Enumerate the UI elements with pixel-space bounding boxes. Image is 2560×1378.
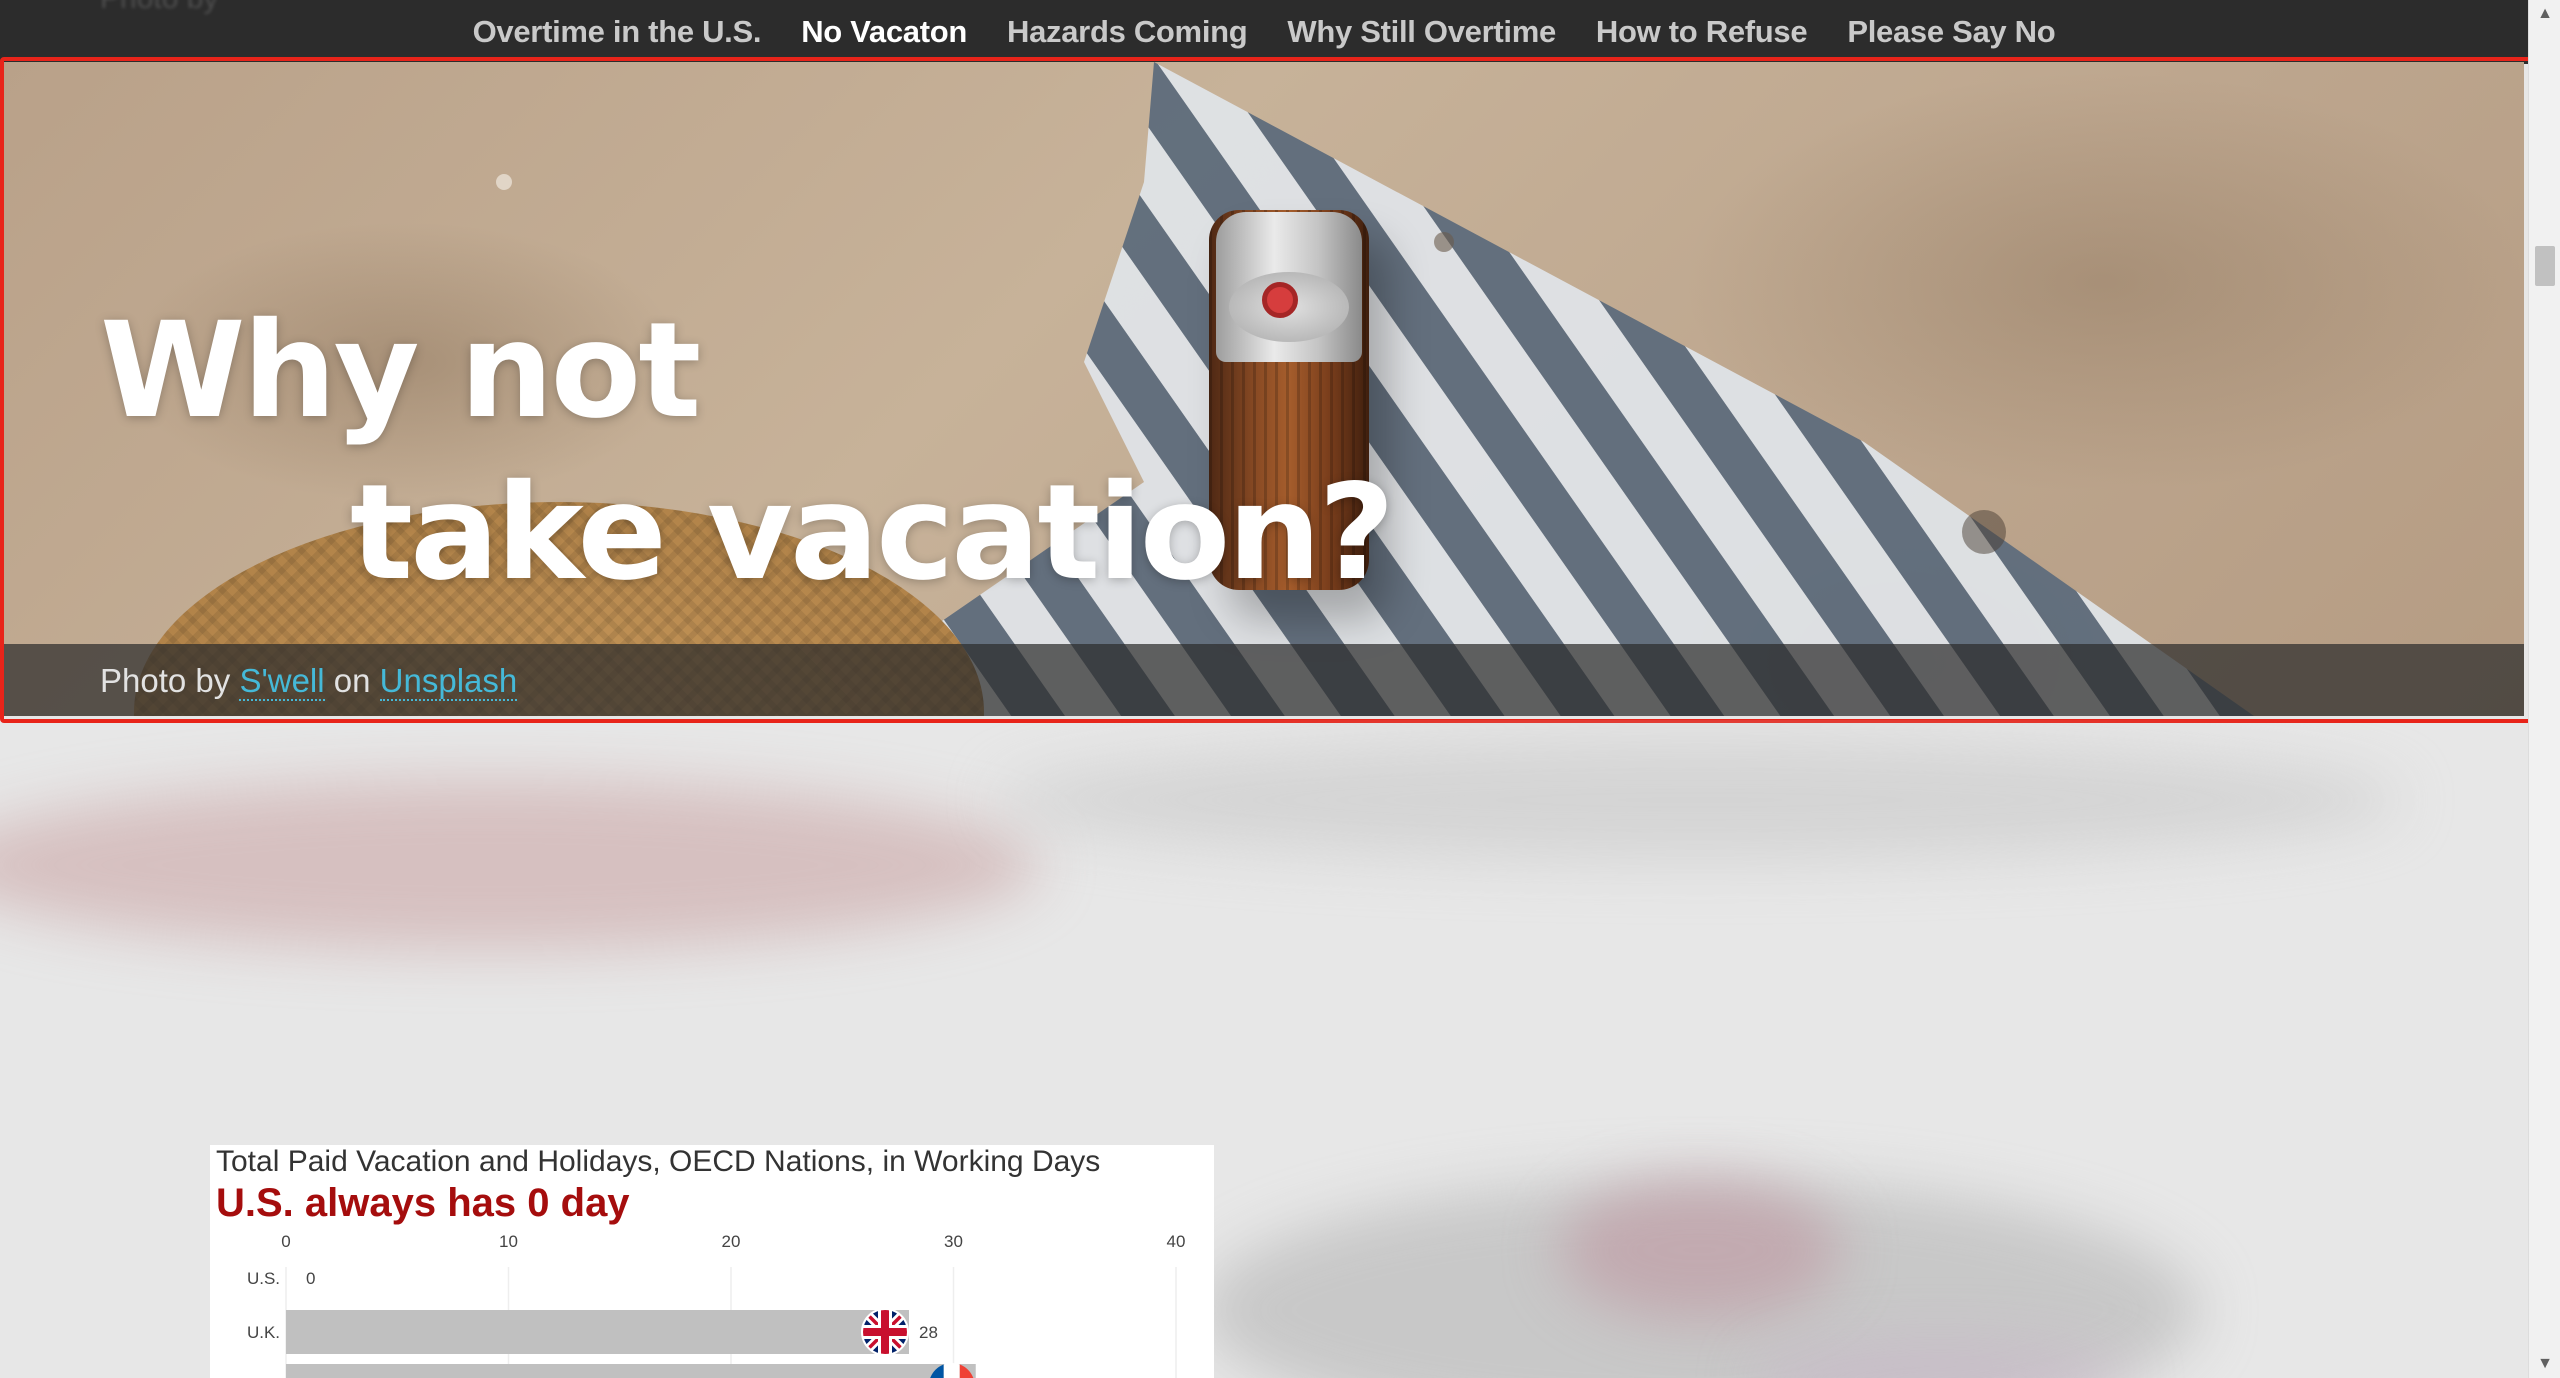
hero-title-line2: take vacation? bbox=[350, 456, 1395, 610]
uk-flag-icon bbox=[861, 1308, 909, 1356]
category-label: U.S. bbox=[247, 1269, 280, 1288]
vacation-chart-card: Total Paid Vacation and Holidays, OECD N… bbox=[210, 1145, 1214, 1378]
nav-hazards-coming[interactable]: Hazards Coming bbox=[1007, 14, 1248, 50]
nav-why-still-overtime[interactable]: Why Still Overtime bbox=[1287, 14, 1556, 50]
hero-title-line1: Why not bbox=[100, 294, 701, 448]
scroll-thumb[interactable] bbox=[2535, 246, 2555, 286]
blurred-shape bbox=[0, 780, 1040, 950]
value-label: 28 bbox=[919, 1323, 938, 1342]
x-tick-label: 10 bbox=[499, 1232, 518, 1251]
section-nav: Overtime in the U.S. No Vacaton Hazards … bbox=[0, 0, 2528, 64]
x-tick-label: 0 bbox=[281, 1232, 290, 1251]
bar bbox=[286, 1310, 909, 1354]
scroll-down-arrow-icon[interactable]: ▼ bbox=[2529, 1350, 2560, 1378]
value-label: 0 bbox=[306, 1269, 315, 1288]
blurred-shape bbox=[1000, 740, 2400, 860]
nav-please-say-no[interactable]: Please Say No bbox=[1847, 14, 2055, 50]
scroll-up-arrow-icon[interactable]: ▲ bbox=[2529, 0, 2560, 28]
x-tick-label: 20 bbox=[722, 1232, 741, 1251]
credit-source-link[interactable]: Unsplash bbox=[379, 662, 518, 701]
hero-title: Why not take vacation? bbox=[100, 290, 1395, 614]
page-scrollbar[interactable]: ▲ ▼ bbox=[2528, 0, 2560, 1378]
bar bbox=[286, 1364, 976, 1378]
credit-prefix: Photo by bbox=[100, 662, 231, 699]
top-navbar: Photo by Overtime in the U.S. No Vacaton… bbox=[0, 0, 2528, 64]
nav-no-vacation[interactable]: No Vacaton bbox=[801, 14, 967, 50]
blurred-shape bbox=[1560, 1180, 1840, 1320]
x-tick-label: 30 bbox=[944, 1232, 963, 1251]
nav-overtime-us[interactable]: Overtime in the U.S. bbox=[473, 14, 762, 50]
x-tick-label: 40 bbox=[1167, 1232, 1186, 1251]
nav-how-to-refuse[interactable]: How to Refuse bbox=[1596, 14, 1808, 50]
photo-credit: Photo by S'well on Unsplash bbox=[100, 662, 518, 701]
credit-author-link[interactable]: S'well bbox=[239, 662, 325, 701]
credit-mid: on bbox=[333, 662, 371, 699]
category-label: U.K. bbox=[247, 1323, 280, 1342]
bar-chart: 0 10 20 30 40U.S. 0U.K. 28 bbox=[247, 1232, 1186, 1378]
